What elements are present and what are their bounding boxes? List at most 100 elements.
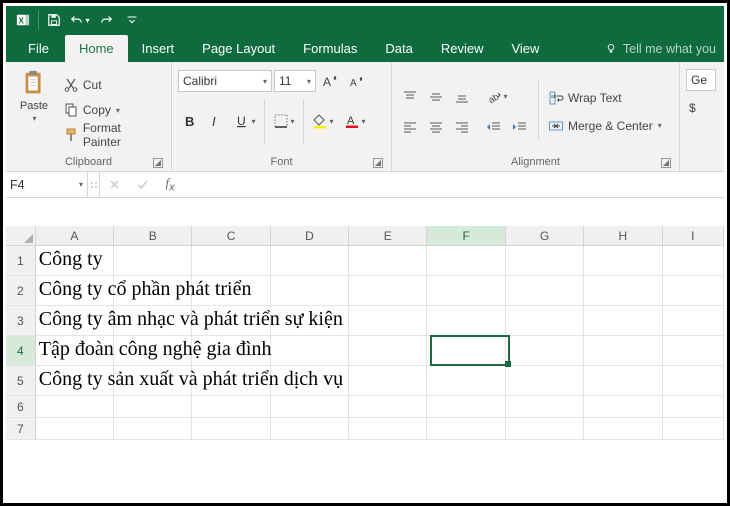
col-header-A[interactable]: A	[36, 226, 114, 245]
cell-E5[interactable]	[349, 366, 427, 395]
cell-G7[interactable]	[506, 418, 584, 439]
cell-F7[interactable]	[427, 418, 505, 439]
row-header-4[interactable]: 4	[6, 336, 36, 365]
font-size-select[interactable]: 11▾	[274, 70, 316, 92]
tab-page-layout[interactable]: Page Layout	[188, 35, 289, 62]
cell-G1[interactable]	[506, 246, 584, 275]
font-color-icon[interactable]: A▾	[340, 109, 370, 133]
cell-F6[interactable]	[427, 396, 505, 417]
redo-icon[interactable]	[93, 8, 119, 32]
cell-F3[interactable]	[427, 306, 505, 335]
tab-data[interactable]: Data	[371, 35, 426, 62]
col-header-D[interactable]: D	[271, 226, 349, 245]
col-header-H[interactable]: H	[584, 226, 662, 245]
cell-G2[interactable]	[506, 276, 584, 305]
tell-me-search[interactable]: Tell me what you	[600, 36, 724, 62]
cell-B1[interactable]	[114, 246, 192, 275]
col-header-I[interactable]: I	[663, 226, 724, 245]
select-all-corner[interactable]	[6, 226, 36, 245]
cell-F1[interactable]	[427, 246, 505, 275]
cell-H3[interactable]	[584, 306, 662, 335]
increase-indent-icon[interactable]	[508, 115, 532, 139]
row-header-1[interactable]: 1	[6, 246, 36, 275]
cell-G5[interactable]	[506, 366, 584, 395]
col-header-B[interactable]: B	[114, 226, 192, 245]
cell-E3[interactable]	[349, 306, 427, 335]
cell-F5[interactable]	[427, 366, 505, 395]
cell-B6[interactable]	[114, 396, 192, 417]
cell-H4[interactable]	[584, 336, 662, 365]
insert-function-icon[interactable]: fx	[156, 172, 184, 197]
cell-I2[interactable]	[663, 276, 724, 305]
alignment-launcher[interactable]: ◢	[661, 158, 671, 168]
align-bottom-icon[interactable]	[450, 85, 474, 109]
align-top-icon[interactable]	[398, 85, 422, 109]
italic-icon[interactable]: I	[204, 109, 228, 133]
row-header-3[interactable]: 3	[6, 306, 36, 335]
cell-A1[interactable]: Công ty	[36, 246, 114, 275]
cell-A3[interactable]: Công ty âm nhạc và phát triển sự kiện	[36, 306, 114, 335]
cell-E4[interactable]	[349, 336, 427, 365]
merge-center-button[interactable]: Merge & Center▾	[545, 115, 665, 137]
cell-E6[interactable]	[349, 396, 427, 417]
cell-G3[interactable]	[506, 306, 584, 335]
cell-H2[interactable]	[584, 276, 662, 305]
copy-button[interactable]: Copy▾	[60, 99, 165, 121]
cell-E1[interactable]	[349, 246, 427, 275]
cell-A4[interactable]: Tập đoàn công nghệ gia đình	[36, 336, 114, 365]
currency-button[interactable]: $	[686, 97, 714, 119]
align-right-icon[interactable]	[450, 115, 474, 139]
cell-C6[interactable]	[192, 396, 270, 417]
col-header-E[interactable]: E	[349, 226, 427, 245]
cell-G4[interactable]	[506, 336, 584, 365]
cell-C1[interactable]	[192, 246, 270, 275]
fill-color-icon[interactable]: ▾	[308, 109, 338, 133]
row-header-7[interactable]: 7	[6, 418, 36, 439]
col-header-C[interactable]: C	[192, 226, 270, 245]
clipboard-launcher[interactable]: ◢	[153, 158, 163, 168]
cell-A5[interactable]: Công ty sản xuất và phát triển dịch vụ	[36, 366, 114, 395]
cell-H7[interactable]	[584, 418, 662, 439]
col-header-F[interactable]: F	[427, 226, 505, 245]
tab-view[interactable]: View	[497, 35, 553, 62]
align-left-icon[interactable]	[398, 115, 422, 139]
customize-qat-icon[interactable]	[119, 8, 145, 32]
cell-H1[interactable]	[584, 246, 662, 275]
cell-D1[interactable]	[271, 246, 349, 275]
increase-font-icon[interactable]: A	[318, 69, 342, 93]
cell-I5[interactable]	[663, 366, 724, 395]
align-center-icon[interactable]	[424, 115, 448, 139]
cell-D4[interactable]	[271, 336, 349, 365]
orientation-icon[interactable]: ab▾	[482, 85, 512, 109]
paste-button[interactable]: Paste ▾	[12, 66, 56, 154]
number-format-select[interactable]: Ge	[686, 69, 716, 91]
align-middle-icon[interactable]	[424, 85, 448, 109]
name-box[interactable]: F4▾	[6, 172, 88, 197]
tab-formulas[interactable]: Formulas	[289, 35, 371, 62]
cut-button[interactable]: Cut	[60, 74, 165, 96]
cell-A2[interactable]: Công ty cổ phần phát triển	[36, 276, 114, 305]
font-name-select[interactable]: Calibri▾	[178, 70, 272, 92]
namebox-expand[interactable]	[88, 172, 100, 197]
cell-C7[interactable]	[192, 418, 270, 439]
save-icon[interactable]	[41, 8, 67, 32]
cell-F2[interactable]	[427, 276, 505, 305]
tab-file[interactable]: File	[12, 35, 65, 62]
cell-I6[interactable]	[663, 396, 724, 417]
cell-H5[interactable]	[584, 366, 662, 395]
bold-icon[interactable]: B	[178, 109, 202, 133]
cell-I3[interactable]	[663, 306, 724, 335]
underline-icon[interactable]: U▾	[230, 109, 260, 133]
cell-D2[interactable]	[271, 276, 349, 305]
decrease-indent-icon[interactable]	[482, 115, 506, 139]
col-header-G[interactable]: G	[506, 226, 584, 245]
cell-I4[interactable]	[663, 336, 724, 365]
cell-E2[interactable]	[349, 276, 427, 305]
cell-F4[interactable]	[427, 336, 505, 365]
format-painter-button[interactable]: Format Painter	[60, 124, 165, 146]
tab-review[interactable]: Review	[427, 35, 498, 62]
cell-B7[interactable]	[114, 418, 192, 439]
row-header-6[interactable]: 6	[6, 396, 36, 417]
tab-home[interactable]: Home	[65, 35, 128, 62]
font-launcher[interactable]: ◢	[373, 158, 383, 168]
